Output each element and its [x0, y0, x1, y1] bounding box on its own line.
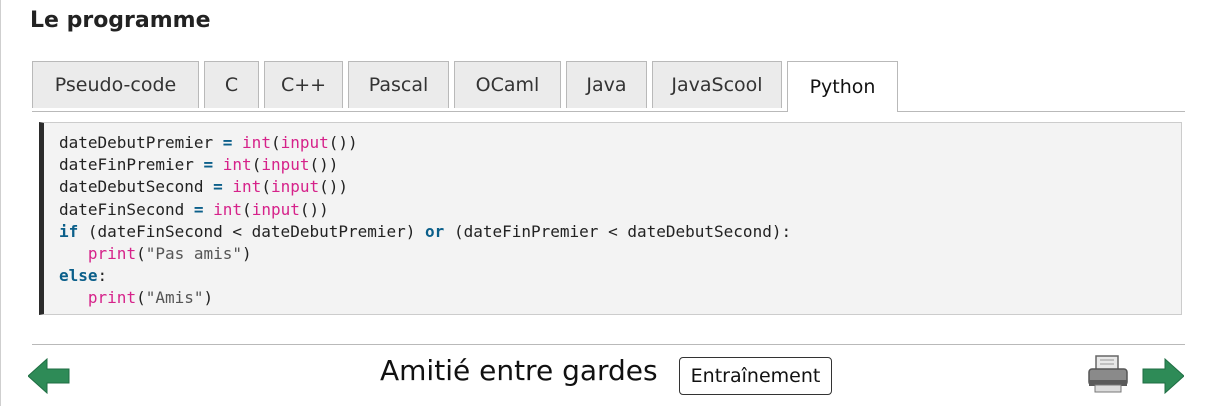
- code-token: "Pas amis": [145, 243, 243, 263]
- code-token: ()): [328, 133, 358, 152]
- code-token: ()): [299, 199, 329, 219]
- tab-python[interactable]: Python: [787, 61, 898, 112]
- code-line: else:: [59, 265, 791, 287]
- code-token: int: [242, 133, 271, 152]
- code-token: (: [242, 199, 252, 219]
- code-token: input: [261, 155, 310, 175]
- code-token: =: [222, 133, 233, 152]
- code-line: dateDebutPremier = int(input()): [59, 132, 791, 154]
- code-token: int: [213, 199, 243, 219]
- code-token: (dateFinPremier < dateDebutSecond):: [444, 221, 792, 241]
- code-token: print: [87, 288, 137, 308]
- code-token: (: [261, 177, 271, 197]
- code-token: (: [251, 155, 262, 175]
- code-listing: dateDebutPremier = int(input()) dateFinPr…: [59, 132, 791, 310]
- arrow-right-icon[interactable]: [1142, 358, 1184, 394]
- printer-icon[interactable]: [1087, 354, 1129, 394]
- tab-cpp[interactable]: C++: [264, 61, 343, 108]
- tab-java[interactable]: Java: [566, 61, 647, 108]
- tab-pseudo-code[interactable]: Pseudo-code: [32, 61, 199, 108]
- code-token: input: [280, 133, 329, 152]
- code-token: print: [87, 243, 137, 263]
- code-token: =: [203, 155, 214, 175]
- training-button[interactable]: Entraînement: [679, 357, 832, 395]
- code-line: dateFinSecond = int(input()): [59, 199, 791, 221]
- code-token: (: [136, 243, 146, 263]
- code-token: (: [270, 133, 281, 152]
- code-token: :: [97, 266, 108, 286]
- code-token: dateFinSecond: [59, 199, 194, 219]
- code-token: int: [232, 177, 262, 197]
- code-token: "Amis": [145, 288, 204, 308]
- section-title: Le programme: [30, 8, 211, 33]
- code-line: dateDebutSecond = int(input()): [59, 176, 791, 198]
- code-token: int: [222, 155, 252, 175]
- code-token: (: [136, 288, 146, 308]
- code-token: ): [203, 288, 214, 308]
- code-token: ): [242, 243, 252, 263]
- arrow-left-icon[interactable]: [28, 358, 70, 394]
- code-line: print("Pas amis"): [59, 243, 791, 265]
- tab-javascool[interactable]: JavaScool: [652, 61, 782, 108]
- code-token: input: [251, 199, 300, 219]
- code-token: dateDebutSecond: [59, 177, 214, 197]
- code-token: dateFinPremier: [59, 155, 204, 175]
- exercise-title: Amitié entre gardes: [380, 354, 658, 387]
- code-line: dateFinPremier = int(input()): [59, 154, 791, 176]
- code-token: ()): [309, 155, 339, 175]
- tab-ocaml[interactable]: OCaml: [454, 61, 561, 108]
- code-token: ()): [319, 177, 349, 197]
- code-block: dateDebutPremier = int(input()) dateFinPr…: [39, 122, 1182, 315]
- tab-pascal[interactable]: Pascal: [348, 61, 449, 108]
- code-line: print("Amis"): [59, 287, 791, 309]
- language-tabs: Pseudo-code C C++ Pascal OCaml Java Java…: [32, 61, 1185, 112]
- code-token: else: [59, 266, 98, 286]
- footer-divider: [32, 344, 1185, 345]
- tab-c[interactable]: C: [204, 61, 259, 108]
- code-token: or: [425, 221, 445, 241]
- code-token: (dateFinSecond < dateDebutPremier): [78, 221, 426, 241]
- code-token: dateDebutPremier: [59, 133, 223, 152]
- code-line: if (dateFinSecond < dateDebutPremier) or…: [59, 221, 791, 243]
- code-token: if: [59, 221, 79, 241]
- left-frame-border: [0, 0, 1, 406]
- code-token: =: [213, 177, 223, 197]
- code-token: input: [270, 177, 320, 197]
- code-token: =: [193, 199, 204, 219]
